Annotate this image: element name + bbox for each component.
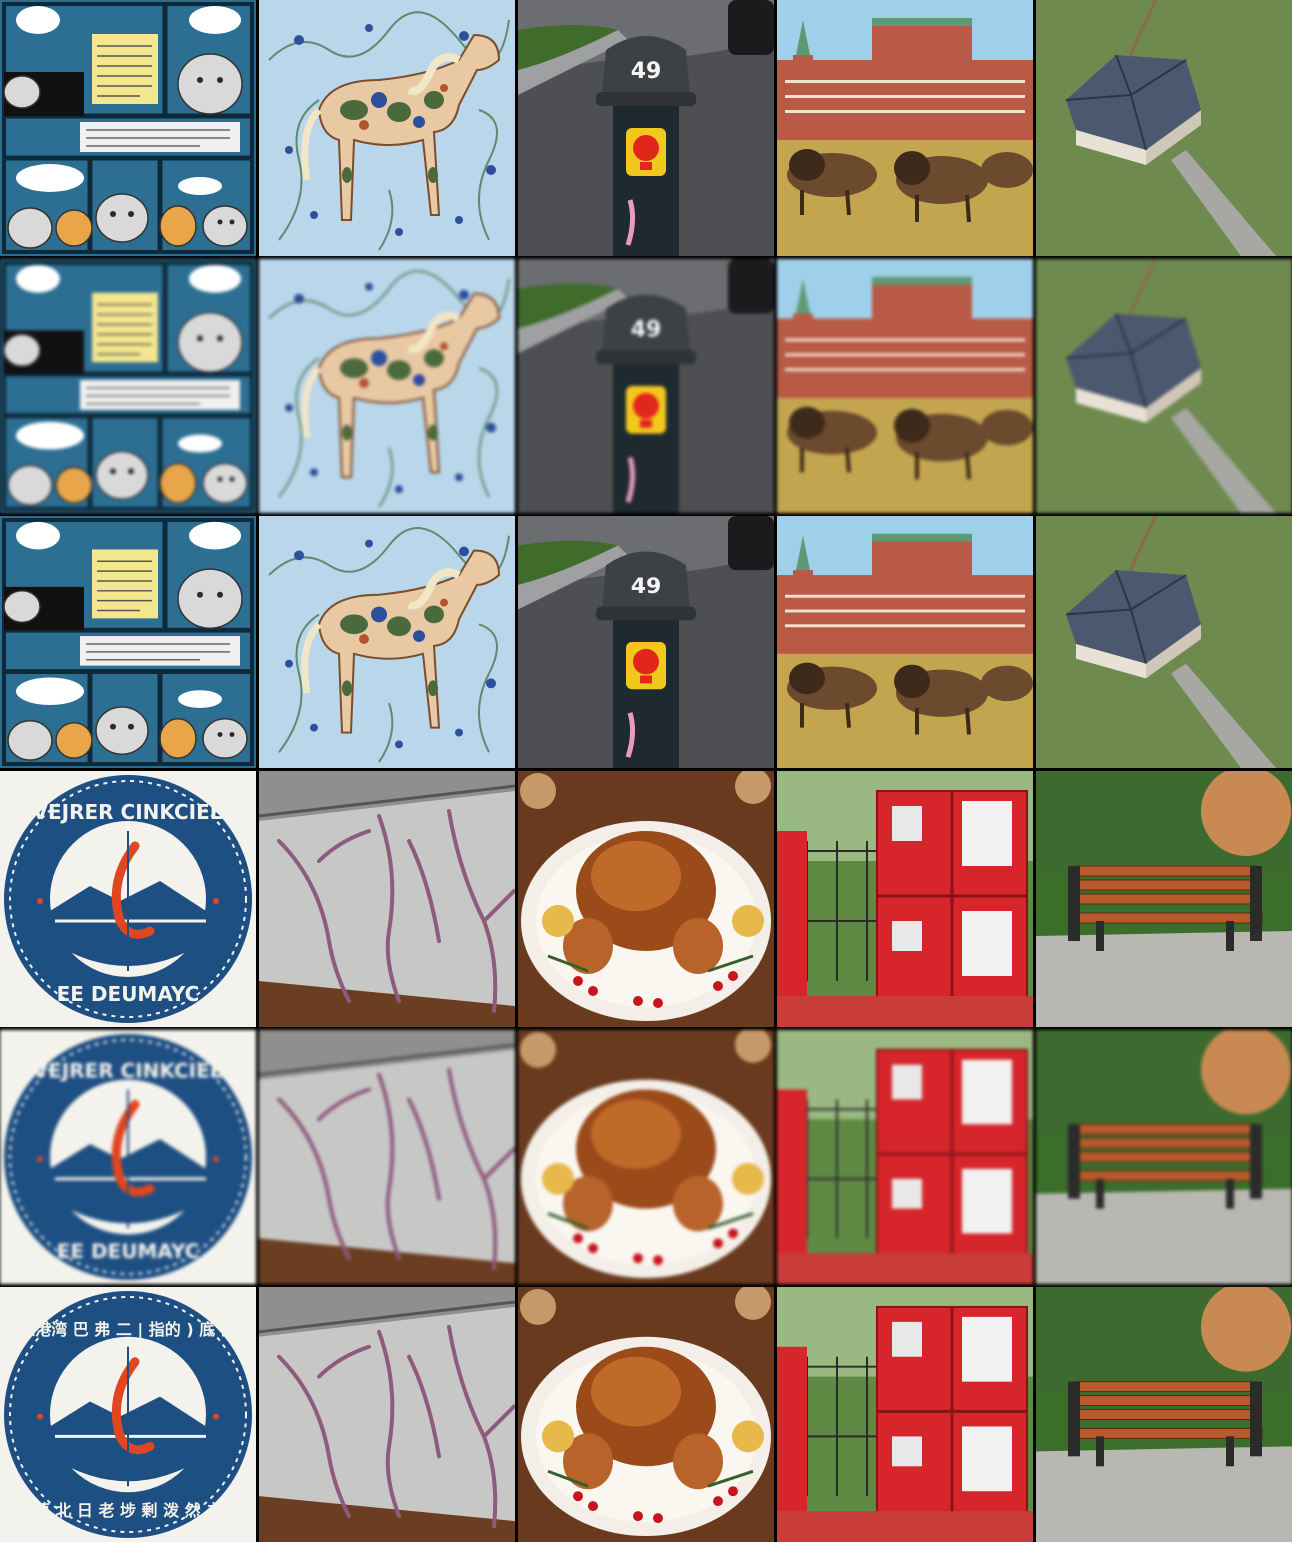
aerial-house-image (1036, 0, 1292, 256)
bison-kremlin-icon (777, 259, 1033, 513)
cat-comic-icon (0, 259, 256, 513)
street-bollard-image: 49 (518, 0, 774, 256)
floral-horse-icon (259, 259, 515, 513)
roast-turkey-image (518, 1287, 774, 1542)
red-cabinet-image (777, 1030, 1033, 1284)
bison-kremlin-image (777, 259, 1033, 513)
cracked-wall-icon (259, 771, 515, 1027)
park-bench-icon (1036, 1287, 1292, 1542)
floral-horse-icon (259, 516, 515, 768)
aerial-house-icon (1036, 0, 1292, 256)
seal-top-text: VEJRER CINKCIEE (33, 1060, 224, 1083)
cat-comic-icon (0, 516, 256, 768)
bison-kremlin-icon (777, 0, 1033, 256)
red-cabinet-image (777, 1287, 1033, 1542)
pole-number-label: 49 (631, 574, 662, 599)
cat-comic-image (0, 516, 256, 768)
street-bollard-image: 49 (518, 259, 774, 513)
aerial-house-image (1036, 516, 1292, 768)
floral-horse-image (259, 259, 515, 513)
street-bollard-image: 49 (518, 516, 774, 768)
roast-turkey-icon (518, 1030, 774, 1284)
bison-kremlin-image (777, 0, 1033, 256)
roast-turkey-icon (518, 1287, 774, 1542)
park-bench-image (1036, 771, 1292, 1027)
round-seal-image: VEJRER CINKCIEE EE DEUMAYC (0, 771, 256, 1027)
seal-top-text: VEJRER CINKCIEE (33, 800, 224, 824)
bison-kremlin-icon (777, 516, 1033, 768)
pole-number-label: 49 (631, 59, 662, 84)
floral-horse-image (259, 0, 515, 256)
park-bench-image (1036, 1030, 1292, 1284)
cat-comic-image (0, 0, 256, 256)
park-bench-icon (1036, 771, 1292, 1027)
street-bollard-icon: 49 (518, 516, 774, 768)
seal-top-text: 人港湾 巴 弗 二 | 指的 ) 底 匝 (19, 1320, 237, 1340)
park-bench-image (1036, 1287, 1292, 1542)
bison-kremlin-image (777, 516, 1033, 768)
aerial-house-icon (1036, 516, 1292, 768)
image-grid: 49 49 49 VEJRER CINKCIEE EE DEUMAYC VEJRE… (0, 0, 1292, 1542)
roast-turkey-image (518, 771, 774, 1027)
cat-comic-icon (0, 0, 256, 256)
street-bollard-icon: 49 (518, 0, 774, 256)
cracked-wall-image (259, 771, 515, 1027)
park-bench-icon (1036, 1030, 1292, 1284)
aerial-house-image (1036, 259, 1292, 513)
pole-number-label: 49 (631, 317, 662, 342)
round-seal-image: 人港湾 巴 弗 二 | 指的 ) 底 匝藕 北 日 老 埗 剰 泼 然 书 (0, 1287, 256, 1542)
round-seal-icon: VEJRER CINKCIEE EE DEUMAYC (0, 1030, 256, 1284)
cracked-wall-icon (259, 1030, 515, 1284)
roast-turkey-icon (518, 771, 774, 1027)
red-cabinet-icon (777, 771, 1033, 1027)
cracked-wall-image (259, 1030, 515, 1284)
round-seal-image: VEJRER CINKCIEE EE DEUMAYC (0, 1030, 256, 1284)
cracked-wall-image (259, 1287, 515, 1542)
round-seal-icon: 人港湾 巴 弗 二 | 指的 ) 底 匝藕 北 日 老 埗 剰 泼 然 书 (0, 1287, 256, 1542)
aerial-house-icon (1036, 259, 1292, 513)
cat-comic-image (0, 259, 256, 513)
red-cabinet-icon (777, 1030, 1033, 1284)
red-cabinet-image (777, 771, 1033, 1027)
floral-horse-image (259, 516, 515, 768)
seal-bottom-text: EE DEUMAYC (57, 982, 200, 1006)
roast-turkey-image (518, 1030, 774, 1284)
red-cabinet-icon (777, 1287, 1033, 1542)
street-bollard-icon: 49 (518, 259, 774, 513)
seal-bottom-text: EE DEUMAYC (57, 1240, 200, 1263)
cracked-wall-icon (259, 1287, 515, 1542)
floral-horse-icon (259, 0, 515, 256)
round-seal-icon: VEJRER CINKCIEE EE DEUMAYC (0, 771, 256, 1027)
seal-bottom-text: 藕 北 日 老 埗 剰 泼 然 书 (33, 1501, 222, 1520)
